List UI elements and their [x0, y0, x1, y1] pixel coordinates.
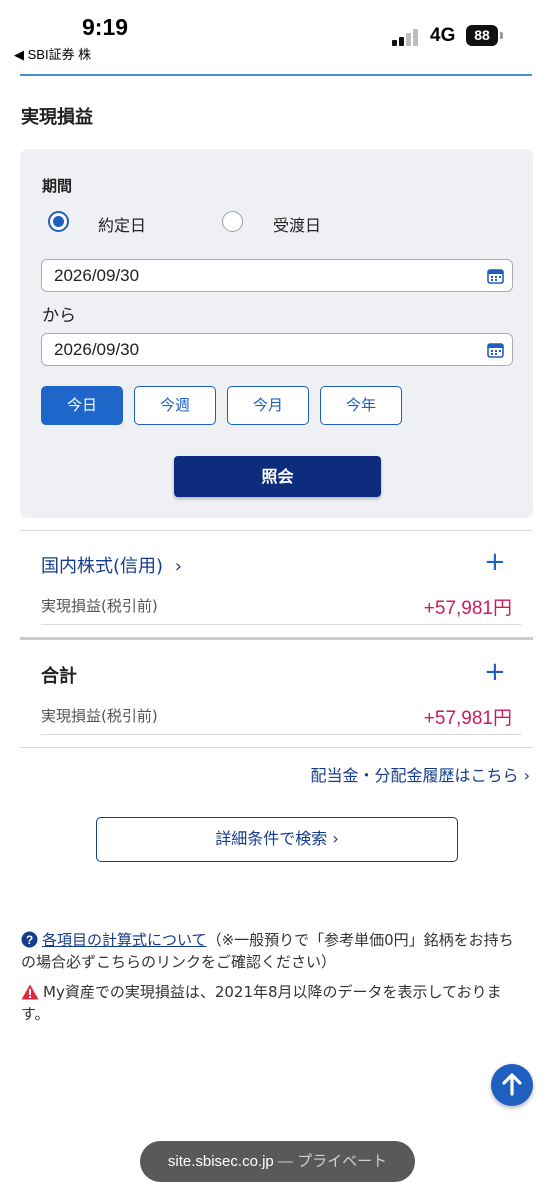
total-title: 合計 — [41, 666, 77, 687]
back-to-app-link[interactable]: ◀ SBI証券 株 — [14, 44, 91, 63]
private-label: — プライベート — [273, 1153, 388, 1170]
radio-trade-date-label[interactable]: 約定日 — [98, 212, 146, 236]
from-date-field[interactable]: 2026/09/30 — [41, 259, 513, 292]
period-label: 期間 — [42, 177, 73, 195]
battery-icon: 88 — [466, 25, 498, 46]
to-date-value: 2026/09/30 — [54, 340, 140, 359]
scroll-to-top-button[interactable] — [491, 1064, 533, 1106]
section-divider — [20, 747, 533, 748]
chevron-right-icon: › — [174, 556, 182, 577]
from-date-value: 2026/09/30 — [54, 266, 140, 285]
section-title: 国内株式(信用) — [41, 556, 164, 577]
warning-triangle-icon — [21, 984, 39, 1000]
section-divider — [20, 530, 533, 531]
to-date-field[interactable]: 2026/09/30 — [41, 333, 513, 366]
plus-icon[interactable]: + — [484, 549, 506, 575]
search-panel: 期間 約定日 受渡日 2026/09/30 から 2026/09/30 今日 今… — [20, 149, 533, 518]
page-title: 実現損益 — [21, 107, 93, 128]
radio-settlement-date-label[interactable]: 受渡日 — [273, 212, 321, 236]
header-divider — [20, 74, 532, 76]
calc-note: ? 各項目の計算式について（※一般預りで「参考単価0円」銘柄をお持ちの場合必ずこ… — [21, 929, 526, 973]
battery-nub — [500, 32, 503, 39]
dividend-history-link[interactable]: 配当金・分配金履歴はこちら › — [311, 762, 531, 786]
row-divider — [41, 624, 521, 625]
realized-pl-label: 実現損益(税引前) — [41, 597, 158, 615]
section-divider — [20, 637, 533, 640]
radio-settlement-date[interactable] — [222, 211, 243, 232]
calendar-icon[interactable] — [487, 342, 504, 358]
cellular-signal-icon — [392, 28, 422, 46]
arrow-up-icon — [502, 1073, 522, 1096]
quick-this-week-button[interactable]: 今週 — [134, 386, 216, 425]
row-divider — [41, 734, 521, 735]
section-domestic-margin-link[interactable]: 国内株式(信用) › — [41, 552, 182, 578]
status-time: 9:19 — [82, 14, 129, 40]
detail-search-button[interactable]: 詳細条件で検索 › — [96, 817, 458, 862]
quick-today-button[interactable]: 今日 — [41, 386, 123, 425]
warning-note-text: My資産での実現損益は、2021年8月以降のデータを表示しております。 — [21, 983, 502, 1023]
status-bar: 9:19 ◀ SBI証券 株 4G 88 — [0, 0, 554, 68]
plus-icon[interactable]: + — [484, 659, 506, 685]
total-realized-pl-value: +57,981円 — [423, 708, 512, 729]
radio-trade-date[interactable] — [48, 211, 69, 232]
date-range-separator: から — [42, 306, 76, 326]
network-type: 4G — [430, 25, 456, 46]
warning-note: My資産での実現損益は、2021年8月以降のデータを表示しております。 — [21, 981, 526, 1025]
inquiry-button[interactable]: 照会 — [174, 456, 381, 497]
total-realized-pl-label: 実現損益(税引前) — [41, 707, 158, 725]
calc-formula-link[interactable]: 各項目の計算式について — [42, 931, 207, 949]
browser-address-bar[interactable]: site.sbisec.co.jp — プライベート — [140, 1141, 415, 1182]
realized-pl-value: +57,981円 — [423, 598, 512, 619]
quick-this-month-button[interactable]: 今月 — [227, 386, 309, 425]
svg-text:?: ? — [26, 933, 33, 947]
calendar-icon[interactable] — [487, 268, 504, 284]
question-circle-icon: ? — [21, 931, 38, 948]
url-domain: site.sbisec.co.jp — [167, 1153, 274, 1170]
quick-this-year-button[interactable]: 今年 — [320, 386, 402, 425]
